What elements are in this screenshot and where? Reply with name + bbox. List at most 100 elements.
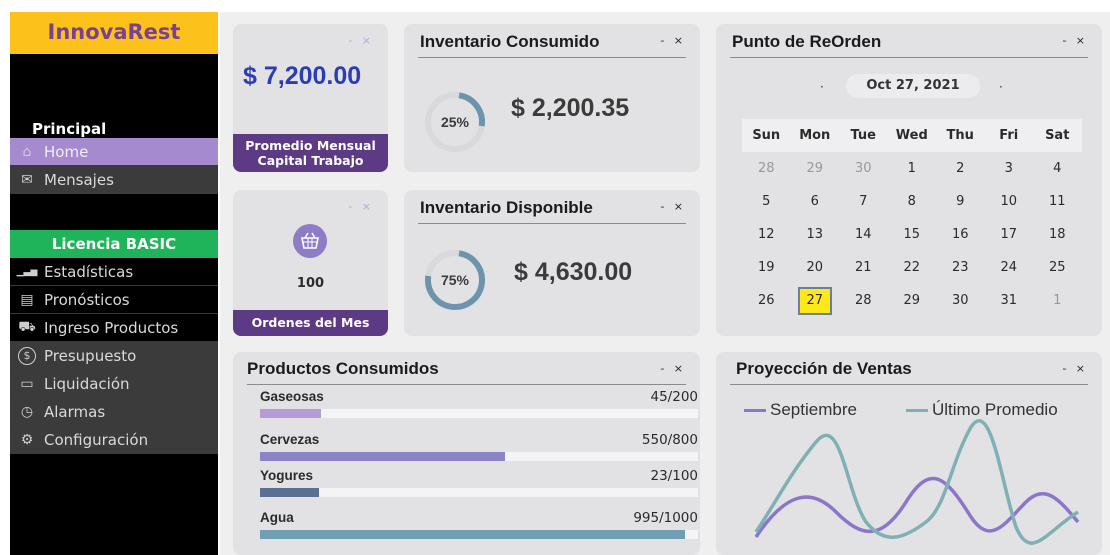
product-name: Agua [260,510,294,525]
product-progress-track [260,488,698,497]
calendar-day[interactable]: 28 [742,152,791,185]
calendar-day[interactable]: 2 [936,152,985,185]
card-controls[interactable]: - × [660,200,686,213]
products-card: Productos Consumidos - × Gaseosas 45/200 C… [233,352,700,555]
card-controls[interactable]: - × [1062,34,1088,47]
calendar-day[interactable]: 13 [791,218,840,251]
card-controls[interactable]: - × [660,362,686,375]
series-ultimo-promedio-line [754,418,1079,545]
consumed-donut: 25% [425,92,485,152]
sidebar: InnovaRest Principal ⌂ Home ✉ Mensajes Lice… [10,12,218,555]
sidebar-item-home[interactable]: ⌂ Home [10,138,218,166]
product-progress-track [260,409,698,418]
card-controls[interactable]: - × [660,34,686,47]
sidebar-item-configuraci-n[interactable]: ⚙ Configuración [10,426,218,454]
sidebar-item-label: Pronósticos [44,290,130,309]
calendar-day[interactable]: 29 [791,152,840,185]
calendar-day[interactable]: 30 [936,284,985,317]
sidebar-item-liquidaci-n[interactable]: ▭ Liquidación [10,370,218,398]
calendar-card: Punto de ReOrden - × · Oct 27, 2021 · Su… [716,24,1102,336]
calendar-day[interactable]: 31 [985,284,1034,317]
calendar-day[interactable]: 21 [839,251,888,284]
calendar-prev-button[interactable]: · [820,80,824,94]
consumed-percent: 25% [441,114,470,130]
calendar-day[interactable]: 11 [1033,185,1082,218]
calendar-day[interactable]: 1 [1033,284,1082,317]
calendar-day[interactable]: 19 [742,251,791,284]
orders-count: 100 [296,276,325,291]
product-progress-track [260,530,698,539]
dashboard: - × $ 7,200.00 Promedio Mensual Capital … [220,12,1110,555]
orders-card: - × 100 Ordenes del Mes [233,190,388,336]
calendar-day[interactable]: 25 [1033,251,1082,284]
orders-label: Ordenes del Mes [233,310,388,336]
calendar-day[interactable]: 24 [985,251,1034,284]
product-name: Cervezas [260,432,320,447]
calendar-day[interactable]: 17 [985,218,1034,251]
calendar-day[interactable]: 3 [985,152,1034,185]
consumed-amount: $ 2,200.35 [511,94,630,122]
brand-logo: InnovaRest [10,12,218,54]
product-progress-fill [260,488,320,497]
calendar-day[interactable]: 28 [839,284,888,317]
calendar-week: 26 27 28 29 30 31 1 [742,284,1082,317]
calendar-day[interactable]: 29 [888,284,937,317]
calendar-day[interactable]: 1 [888,152,937,185]
sidebar-item-label: Mensajes [44,170,114,189]
product-row: Yogures 23/100 [260,468,698,504]
sidebar-item-alarmas[interactable]: ◷ Alarmas [10,398,218,426]
home-icon: ⌂ [22,143,32,160]
calendar-date[interactable]: Oct 27, 2021 [846,74,980,98]
calendar-day[interactable]: 23 [936,251,985,284]
license-badge: Licencia BASIC [10,230,218,258]
calendar-day[interactable]: 15 [888,218,937,251]
calendar-day[interactable]: 5 [742,185,791,218]
available-percent: 75% [441,272,470,288]
calendar-day[interactable]: 22 [888,251,937,284]
capital-label: Promedio Mensual Capital Trabajo [233,134,388,172]
sidebar-item-pron-sticos[interactable]: ▤ Pronósticos [10,286,218,314]
sidebar-item-estad-sticas[interactable]: ▁▃▅ Estadísticas [10,258,218,286]
sidebar-item-presupuesto[interactable]: $ Presupuesto [10,342,218,370]
weekday-label: Sun [752,128,781,143]
card-controls[interactable]: - × [348,200,374,213]
principal-section-title: Principal [32,120,107,138]
inventory-available-card: Inventario Disponible - × 75% $ 4,630.00 [404,190,700,336]
product-name: Gaseosas [260,389,324,404]
capital-card: - × $ 7,200.00 Promedio Mensual Capital … [233,24,388,172]
sidebar-item-ingreso-productos[interactable]: ⛟ Ingreso Productos [10,314,218,342]
calendar-day[interactable]: 18 [1033,218,1082,251]
sidebar-item-mensajes[interactable]: ✉ Mensajes [10,166,218,194]
calendar-day[interactable]: 12 [742,218,791,251]
sidebar-item-label: Home [44,142,89,161]
product-row: Gaseosas 45/200 [260,389,698,425]
calendar-day[interactable]: 7 [839,185,888,218]
calendar-title: Punto de ReOrden [732,32,882,51]
calendar-day[interactable]: 14 [839,218,888,251]
calendar-day[interactable]: 26 [742,284,791,317]
product-progress-fill [260,452,506,461]
products-title: Productos Consumidos [247,359,439,378]
sidebar-item-label: Presupuesto [44,346,137,365]
document-icon: ▤ [20,291,34,308]
calendar-weekday-header: Sun Mon Tue Wed Thu Fri Sat [742,119,1082,152]
calendar-day[interactable]: 20 [791,251,840,284]
calendar-day[interactable]: 4 [1033,152,1082,185]
card-controls[interactable]: - × [348,34,374,47]
cart-add-icon: ⛟ [18,318,36,335]
sidebar-item-label: Alarmas [44,402,106,421]
sidebar-item-label: Ingreso Productos [44,318,179,337]
product-value: 995/1000 [633,510,698,526]
calendar-day[interactable]: 16 [936,218,985,251]
calendar-day[interactable]: 10 [985,185,1034,218]
sidebar-item-label: Liquidación [44,374,130,393]
calendar-day[interactable]: 6 [791,185,840,218]
calendar-day[interactable]: 30 [839,152,888,185]
product-progress-fill [260,530,685,539]
calendar-next-button[interactable]: · [999,80,1003,94]
product-value: 23/100 [650,468,699,484]
calendar-grid: Sun Mon Tue Wed Thu Fri Sat 28 29 30 1 2 3 4 5 6 7 8 9 10 11… [742,119,1082,317]
calendar-day[interactable]: 8 [888,185,937,218]
calendar-day[interactable]: 9 [936,185,985,218]
calendar-day-selected[interactable]: 27 [791,284,840,317]
